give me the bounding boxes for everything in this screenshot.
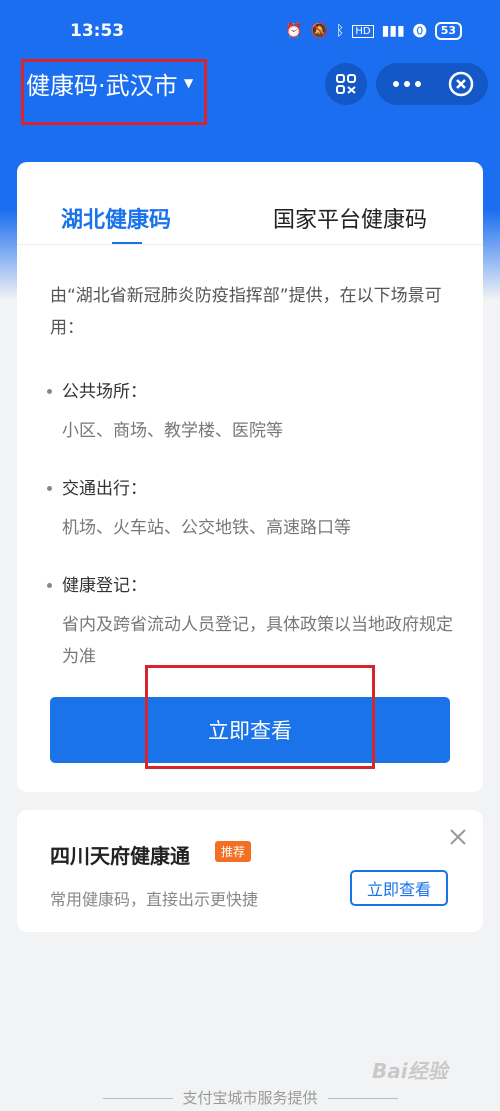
bullet-dot <box>47 389 52 394</box>
battery-icon: 53 <box>434 22 462 40</box>
promo-title: 四川天府健康通 <box>50 844 190 868</box>
more-icon <box>393 81 421 87</box>
vpn-icon: ⓿ <box>412 24 427 40</box>
tab-national-health-code[interactable]: 国家平台健康码 <box>273 202 427 234</box>
recommend-badge: 推荐 <box>215 841 252 862</box>
highlight-box-title <box>21 59 207 125</box>
mute-icon: 🔕 <box>310 23 328 39</box>
status-bar: 13:53 ⏰ 🔕 ᛒ HD ▮▮▮ ⓿ 53 <box>0 0 500 64</box>
bullet-dot <box>47 583 52 588</box>
hd-icon: HD <box>352 24 374 38</box>
promo-view-button[interactable]: 立即查看 <box>350 870 448 906</box>
section-desc: 小区、商场、教学楼、医院等 <box>62 421 283 441</box>
promo-desc: 常用健康码，直接出示更快捷 <box>50 890 259 909</box>
promo-card: 四川天府健康通 推荐 常用健康码，直接出示更快捷 立即查看 <box>17 810 483 932</box>
alarm-icon: ⏰ <box>285 23 303 39</box>
bullet-dot <box>47 486 52 491</box>
scan-button[interactable] <box>325 63 367 105</box>
section-title: 交通出行： <box>62 479 147 499</box>
card-intro: 由“湖北省新冠肺炎防疫指挥部”提供，在以下场景可用： <box>50 286 442 338</box>
scan-icon <box>336 74 356 94</box>
highlight-box-button <box>145 665 375 769</box>
promo-close-button[interactable] <box>445 824 471 850</box>
tab-divider <box>17 244 483 245</box>
footer-text: 支付宝城市服务提供 <box>182 1089 318 1107</box>
close-button[interactable] <box>440 63 482 105</box>
status-icons: ⏰ 🔕 ᛒ HD ▮▮▮ ⓿ 53 <box>285 21 462 41</box>
tab-hubei-health-code[interactable]: 湖北健康码 <box>61 202 171 234</box>
close-icon <box>450 829 466 845</box>
close-circle-icon <box>448 71 474 97</box>
section-desc: 机场、火车站、公交地铁、高速路口等 <box>62 518 351 538</box>
section-desc: 省内及跨省流动人员登记，具体政策以当地政府规定为准 <box>62 615 453 667</box>
section-title: 健康登记： <box>62 576 147 596</box>
status-time: 13:53 <box>70 21 125 41</box>
section-title: 公共场所： <box>62 382 147 402</box>
signal-icon: ▮▮▮ <box>381 23 405 39</box>
bluetooth-icon: ᛒ <box>335 23 345 39</box>
baidu-watermark: Bai经验 <box>372 1059 448 1083</box>
more-button[interactable] <box>382 63 432 105</box>
mini-app-capsule <box>376 63 488 105</box>
